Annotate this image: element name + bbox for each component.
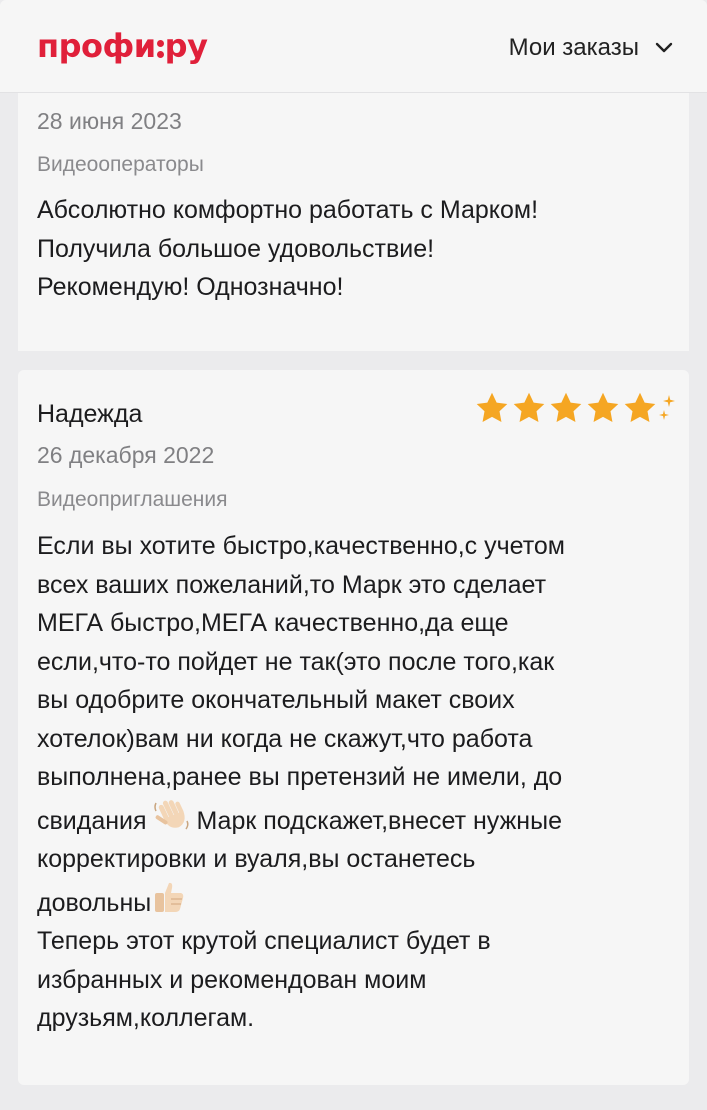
review-date: 28 июня 2023 <box>37 108 182 134</box>
sparkle-icon <box>659 395 675 420</box>
review-text: Абсолютно комфортно работать с Марком! П… <box>37 196 539 301</box>
logo-text-left: профи <box>37 27 156 65</box>
star-icon <box>550 392 582 422</box>
star-icon <box>513 392 545 422</box>
my-orders-label: Мои заказы <box>508 34 639 61</box>
review-text: Если вы хотите быстро,качественно,с учет… <box>37 527 677 1038</box>
profi-ru-logo[interactable]: профи ру <box>37 26 208 66</box>
my-orders-dropdown[interactable]: Мои заказы <box>509 34 673 62</box>
rating-stars <box>474 390 675 426</box>
star-icon <box>624 392 656 422</box>
review-category: Видеоприглашения <box>37 488 228 511</box>
chevron-down-icon <box>655 42 673 53</box>
review-author: Надежда <box>37 400 143 428</box>
star-icon <box>587 392 619 422</box>
thumbs-up-icon <box>155 882 184 912</box>
app-header: профи ру Мои заказы <box>0 0 707 93</box>
logo-dots-icon <box>156 26 164 66</box>
waving-hand-icon <box>153 799 189 829</box>
star-icon <box>476 392 508 422</box>
review-text-part: Теперь этот крутой специалист будет в из… <box>37 927 491 1032</box>
review-text-part: Если вы хотите быстро,качественно,с учет… <box>37 532 565 835</box>
review-date: 26 декабря 2022 <box>37 442 215 468</box>
review-card: Надежда 26 декабря 2022 Видеоприглашения… <box>18 370 689 1085</box>
review-category: Видеооператоры <box>37 153 204 176</box>
review-card: 28 июня 2023 Видеооператоры Абсолютно ко… <box>18 93 689 351</box>
logo-text-right: ру <box>164 27 208 65</box>
